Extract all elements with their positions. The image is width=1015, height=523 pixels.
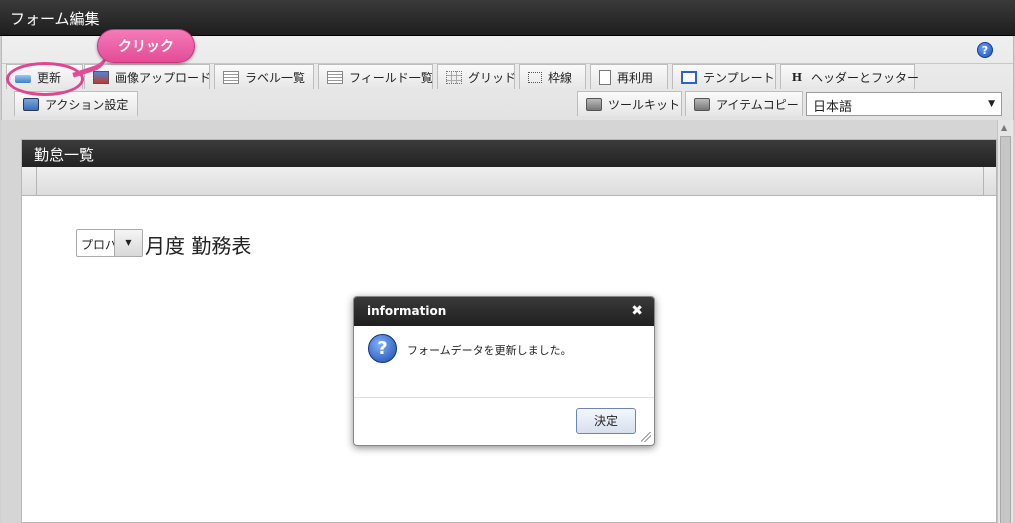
item-copy-label: アイテムコピー (716, 97, 799, 112)
divider (36, 167, 37, 195)
panel-subheader (22, 167, 996, 196)
toolkit-button[interactable]: ツールキット (577, 91, 682, 116)
chevron-down-icon: ▼ (988, 99, 995, 109)
resize-grip-icon[interactable] (641, 432, 651, 442)
chevron-down-icon[interactable]: ▼ (114, 230, 142, 256)
ok-button[interactable]: 決定 (576, 408, 636, 434)
panel-title: 勤怠一覧 (22, 140, 996, 167)
label-list-button[interactable]: ラベル一覧 (214, 64, 314, 89)
action-settings-label: アクション設定 (45, 97, 129, 112)
click-callout: クリック (97, 29, 195, 63)
grid-button[interactable]: グリッド (437, 64, 517, 89)
language-value: 日本語 (813, 100, 853, 115)
label-list-label: ラベル一覧 (245, 70, 306, 85)
grid-icon (446, 70, 462, 84)
reuse-label: 再利用 (617, 70, 654, 85)
information-dialog: information ✖ ? フォームデータを更新しました。 決定 (353, 296, 655, 446)
question-icon: ? (368, 334, 397, 363)
field-list-button[interactable]: フィールド一覧 (318, 64, 433, 89)
period-select[interactable]: プロパ ▼ (76, 229, 143, 257)
period-select-value: プロパ (81, 238, 115, 252)
dialog-header: information ✖ (354, 297, 654, 326)
item-copy-icon (694, 97, 710, 111)
reuse-button[interactable]: 再利用 (590, 64, 668, 89)
border-icon (528, 71, 542, 83)
image-upload-label: 画像アップロード (115, 70, 212, 85)
reuse-icon (599, 69, 611, 85)
field-list-icon (327, 70, 343, 84)
dialog-footer: 決定 (354, 397, 654, 445)
toolkit-label: ツールキット (608, 97, 681, 112)
vertical-scrollbar[interactable]: ▲ (997, 120, 1013, 523)
field-list-label: フィールド一覧 (349, 70, 433, 85)
dialog-title: information (367, 304, 447, 318)
action-settings-icon (23, 97, 39, 111)
template-label: テンプレート (703, 70, 775, 85)
border-button[interactable]: 枠線 (519, 64, 586, 89)
item-copy-button[interactable]: アイテムコピー (685, 91, 803, 116)
header-footer-icon: H (791, 70, 803, 84)
help-icon[interactable]: ? (977, 42, 993, 58)
form-title: 月度 勤務表 (145, 234, 252, 258)
language-select[interactable]: 日本語 ▼ (806, 92, 1002, 116)
grid-label: グリッド (468, 70, 517, 85)
header-footer-button[interactable]: H ヘッダーとフッター (780, 64, 919, 89)
divider (983, 167, 984, 195)
template-icon (681, 70, 697, 84)
border-label: 枠線 (548, 70, 573, 85)
image-upload-button[interactable]: 画像アップロード (84, 64, 212, 89)
header-footer-label: ヘッダーとフッター (811, 70, 920, 85)
scroll-up-icon[interactable]: ▲ (1001, 123, 1007, 132)
scrollbar-thumb[interactable] (1000, 136, 1011, 523)
image-upload-icon (93, 70, 109, 84)
label-list-icon (223, 70, 239, 84)
template-button[interactable]: テンプレート (672, 64, 776, 89)
dialog-message: フォームデータを更新しました。 (407, 344, 572, 357)
close-icon[interactable]: ✖ (631, 303, 643, 319)
toolkit-icon (586, 97, 602, 111)
